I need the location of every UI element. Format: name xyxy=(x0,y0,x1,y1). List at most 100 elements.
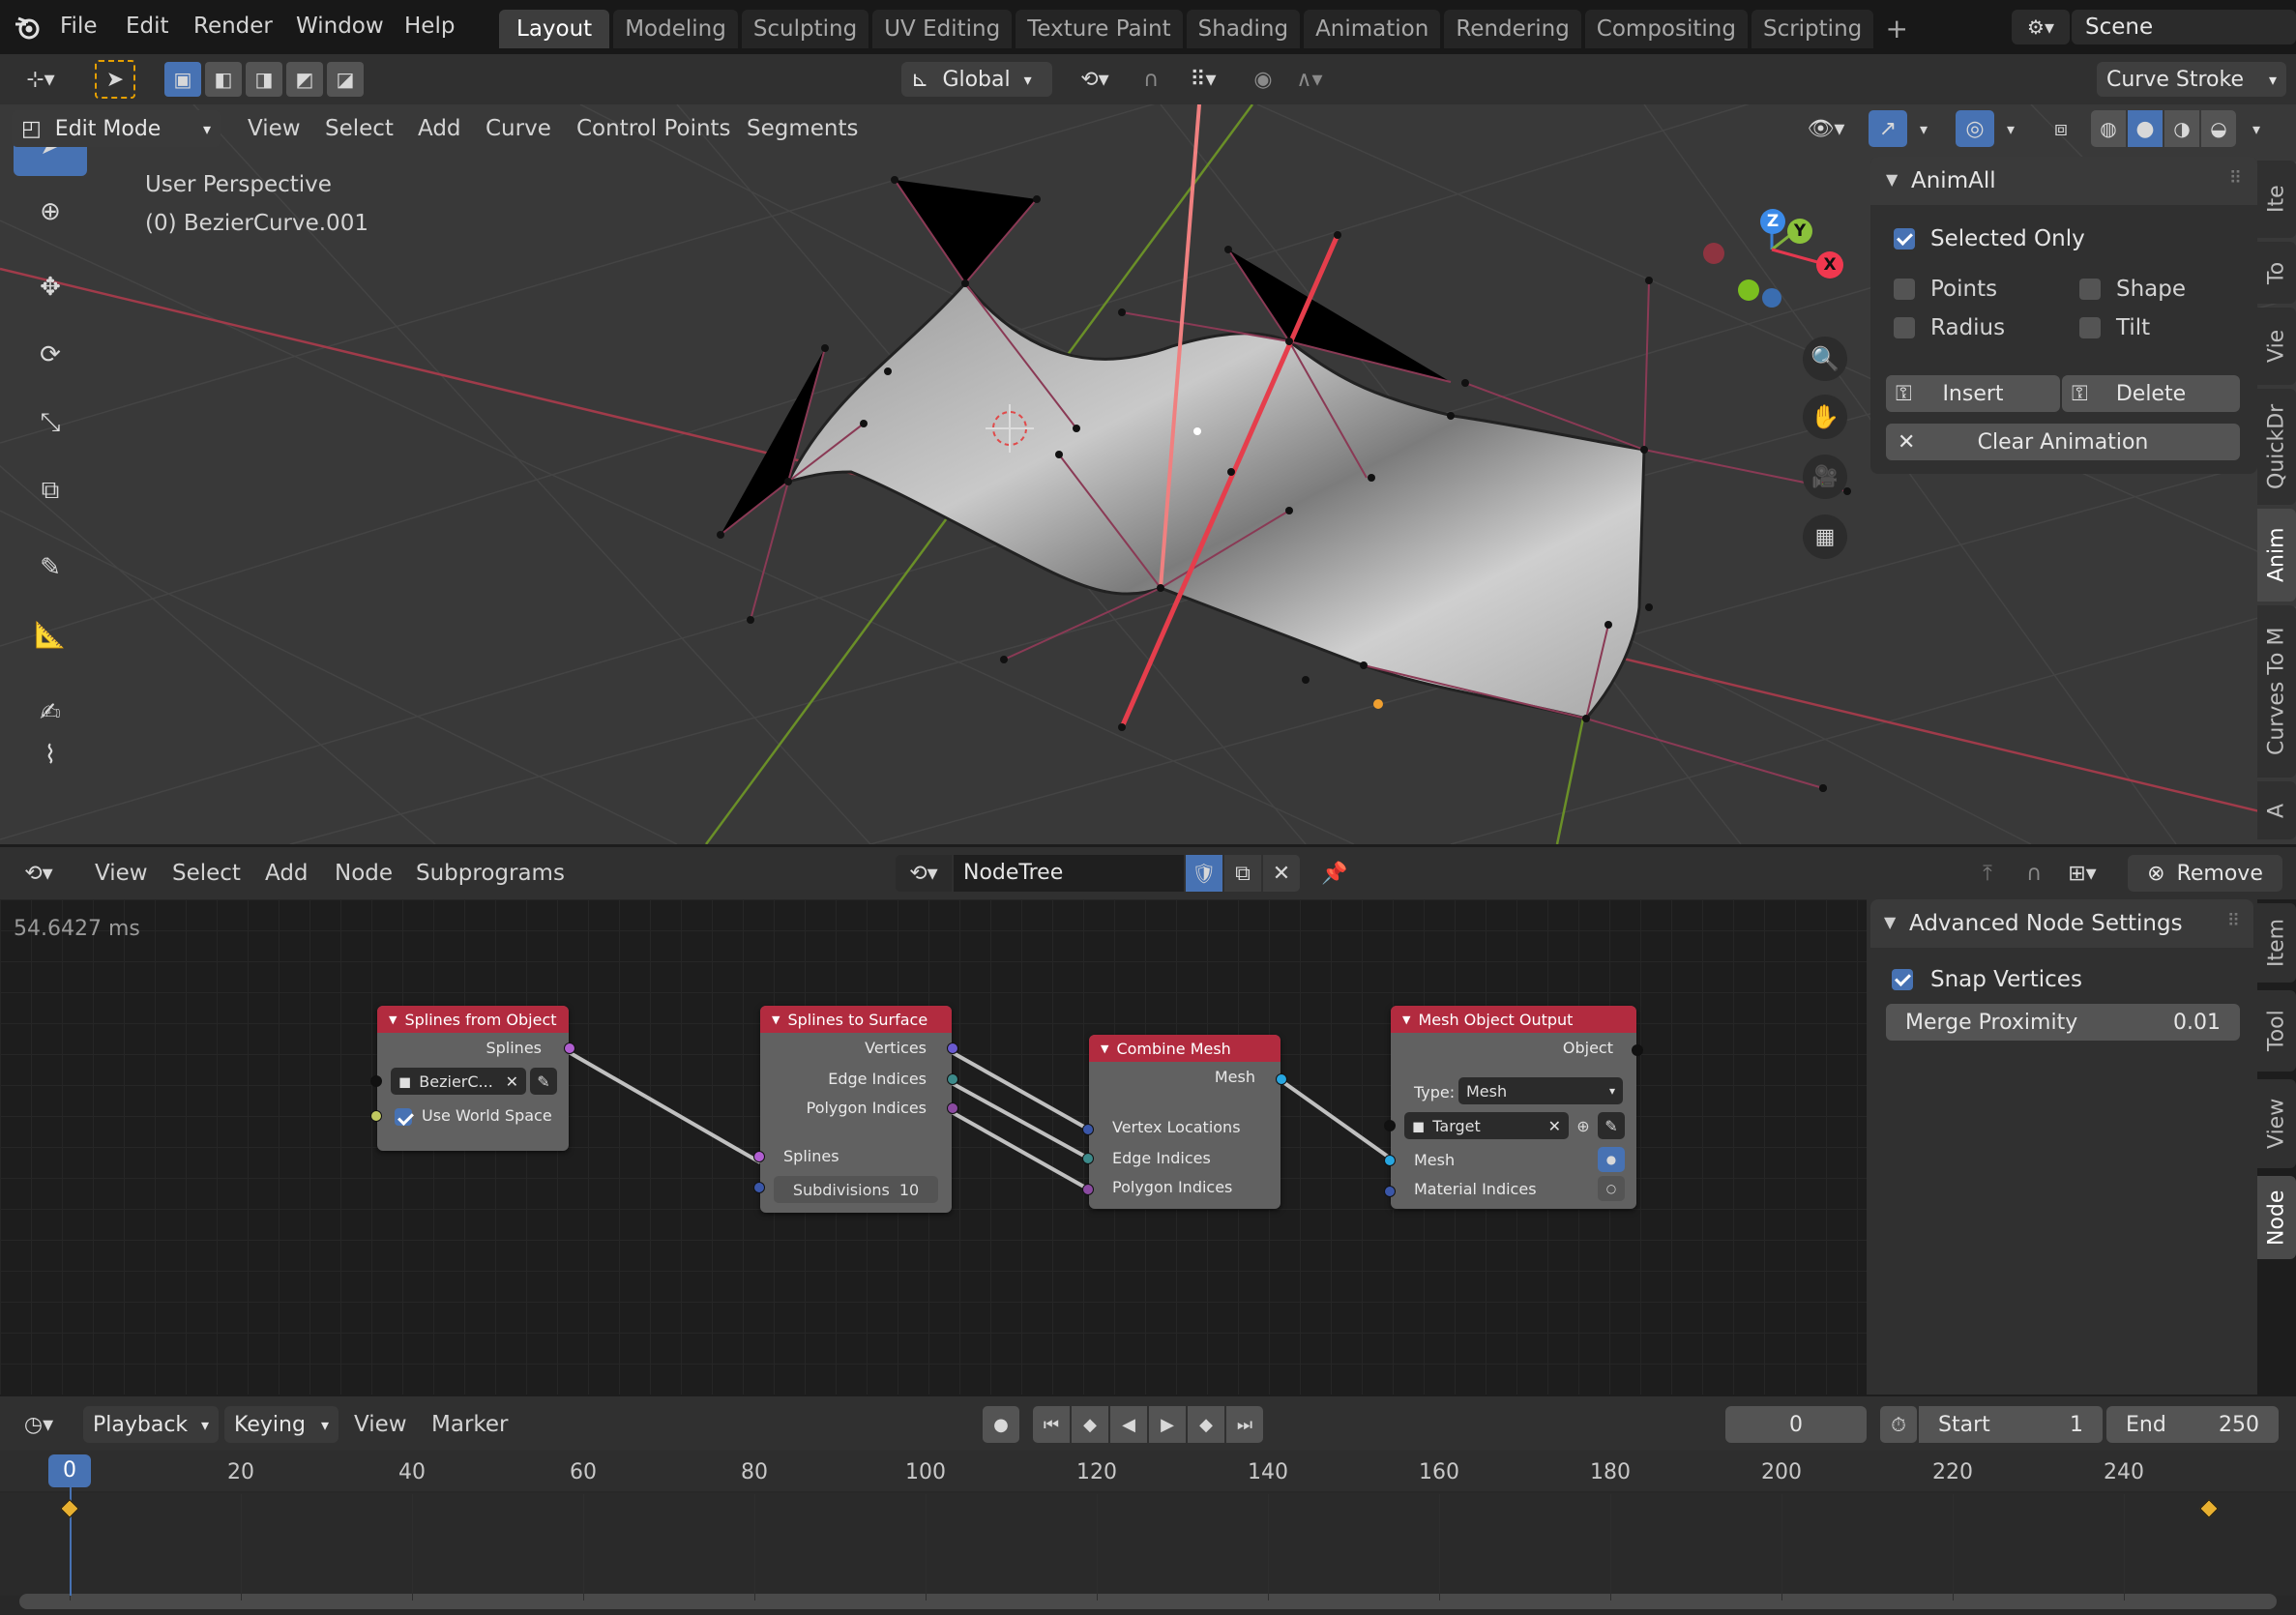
current-frame-field[interactable]: 0 xyxy=(1725,1406,1867,1443)
orientation-dropdown[interactable]: ⊾ Global ▾ xyxy=(901,62,1052,97)
viewport-tab-tool[interactable]: To xyxy=(2257,242,2296,304)
add-target-icon[interactable]: ⊕ xyxy=(1571,1112,1596,1139)
menu-render[interactable]: Render xyxy=(193,14,273,39)
parent-tree-icon[interactable]: ⤒ xyxy=(1969,855,2006,892)
snap-target-icon[interactable]: ⠿▾ xyxy=(1174,62,1232,97)
navigation-gizmo[interactable]: Z Y X xyxy=(1702,191,1847,327)
snap-toggle-icon[interactable]: ∩ xyxy=(1132,62,1170,97)
gizmo-y-icon[interactable]: Y xyxy=(1787,219,1812,244)
input-splines-socket[interactable] xyxy=(753,1151,765,1162)
radius-checkbox[interactable] xyxy=(1894,317,1915,338)
input-world-space-socket[interactable] xyxy=(370,1110,382,1122)
editor-type-icon[interactable]: ⊹▾ xyxy=(12,62,70,97)
node-splines-to-surface[interactable]: ▼ Splines to Surface Vertices Edge Indice… xyxy=(753,1006,958,1213)
input-object-socket[interactable] xyxy=(370,1075,382,1087)
output-edge-indices-socket[interactable] xyxy=(947,1073,958,1085)
shape-checkbox[interactable] xyxy=(2079,279,2101,300)
camera-view-icon[interactable]: 🎥 xyxy=(1803,455,1847,499)
select-tool-icon[interactable]: ➤ xyxy=(95,60,135,99)
chevron-down-icon[interactable]: ▾ xyxy=(1996,110,2025,147)
mode-dropdown[interactable]: ◰ Edit Mode ▾ xyxy=(12,110,221,147)
xray-toggle-icon[interactable]: ⧈ xyxy=(2043,110,2079,147)
scale-tool-icon[interactable]: ⤡ xyxy=(14,393,87,453)
viewport-tab-curves-to-mesh[interactable]: Curves To M xyxy=(2257,605,2296,778)
mesh-toggle-icon[interactable]: ● xyxy=(1598,1147,1625,1172)
node-tab-node[interactable]: Node xyxy=(2257,1176,2296,1259)
end-frame-field[interactable]: End 250 xyxy=(2106,1406,2279,1443)
solid-shading-icon[interactable]: ● xyxy=(2128,110,2163,147)
tab-shading[interactable]: Shading xyxy=(1186,10,1301,48)
select-new-icon[interactable]: ▣ xyxy=(164,62,201,97)
draw-curve-tool-icon[interactable]: ✍ xyxy=(14,683,87,743)
tab-rendering[interactable]: Rendering xyxy=(1444,10,1581,48)
tab-texture-paint[interactable]: Texture Paint xyxy=(1016,10,1183,48)
tilt-checkbox[interactable] xyxy=(2079,317,2101,338)
node-editor-type-icon[interactable]: ⟲▾ xyxy=(10,855,68,892)
node-header[interactable]: ▼ Mesh Object Output xyxy=(1391,1006,1636,1033)
stopwatch-icon[interactable]: ⏱ xyxy=(1880,1406,1917,1443)
use-world-space-checkbox[interactable] xyxy=(395,1108,412,1126)
playback-menu[interactable]: Playback ▾ xyxy=(83,1406,219,1443)
node-menu-view[interactable]: View xyxy=(95,861,148,886)
unlink-close-icon[interactable]: ✕ xyxy=(1263,855,1300,892)
points-checkbox[interactable] xyxy=(1894,279,1915,300)
node-tree-name-field[interactable]: NodeTree xyxy=(954,855,1184,892)
insert-keyframe-button[interactable]: ⚿ Insert xyxy=(1886,375,2060,412)
clear-x-icon[interactable]: ✕ xyxy=(1548,1117,1561,1135)
output-object-socket[interactable] xyxy=(1632,1044,1643,1056)
viewport-menu-segments[interactable]: Segments xyxy=(747,116,858,141)
material-shading-icon[interactable]: ◑ xyxy=(2164,110,2199,147)
material-toggle-icon[interactable]: ○ xyxy=(1598,1176,1625,1201)
jump-start-icon[interactable]: ⏮ xyxy=(1033,1406,1070,1443)
output-mesh-socket[interactable] xyxy=(1276,1073,1287,1085)
gizmo-x-icon[interactable]: X xyxy=(1816,251,1843,279)
play-reverse-icon[interactable]: ◀ xyxy=(1110,1406,1147,1443)
node-menu-node[interactable]: Node xyxy=(335,861,393,886)
pin-icon[interactable]: 📌 xyxy=(1315,855,1354,892)
menu-help[interactable]: Help xyxy=(404,14,455,39)
add-workspace-button[interactable]: + xyxy=(1877,10,1916,48)
node-combine-mesh[interactable]: ▼ Combine Mesh Mesh Vertex Locations Edge… xyxy=(1082,1035,1287,1209)
menu-window[interactable]: Window xyxy=(296,14,384,39)
tab-layout[interactable]: Layout xyxy=(499,10,610,48)
play-icon[interactable]: ▶ xyxy=(1149,1406,1186,1443)
menu-edit[interactable]: Edit xyxy=(126,14,169,39)
node-menu-subprograms[interactable]: Subprograms xyxy=(416,861,565,886)
snap-vertices-checkbox[interactable] xyxy=(1892,969,1913,990)
tab-uv-editing[interactable]: UV Editing xyxy=(872,10,1013,48)
output-vertices-socket[interactable] xyxy=(947,1042,958,1054)
scene-name-field[interactable]: Scene xyxy=(2072,10,2296,44)
node-mesh-object-output[interactable]: ▼ Mesh Object Output Object Type: Mesh ▾ ◼… xyxy=(1384,1006,1643,1209)
clear-animation-button[interactable]: ✕ Clear Animation xyxy=(1886,424,2240,460)
chevron-down-icon[interactable]: ▾ xyxy=(2242,110,2271,147)
node-tab-view[interactable]: View xyxy=(2257,1079,2296,1168)
snap-node-icon[interactable]: ∩ xyxy=(2016,855,2052,892)
gizmo-z-icon[interactable]: Z xyxy=(1760,209,1785,234)
select-extend-icon[interactable]: ◧ xyxy=(205,62,242,97)
record-icon[interactable]: ● xyxy=(983,1406,1019,1443)
duplicate-icon[interactable]: ⧉ xyxy=(1224,855,1261,892)
drag-handle-icon[interactable]: ⠿ xyxy=(2229,168,2242,189)
target-object-field[interactable]: ◼ Target ✕ xyxy=(1404,1112,1569,1139)
input-material-indices-socket[interactable] xyxy=(1384,1186,1396,1197)
node-header[interactable]: ▼ Combine Mesh xyxy=(1089,1035,1280,1062)
scene-selector-icon[interactable]: ⚙▾ xyxy=(2012,10,2070,44)
timeline-menu-marker[interactable]: Marker xyxy=(431,1412,509,1437)
tab-compositing[interactable]: Compositing xyxy=(1584,10,1748,48)
zoom-icon[interactable]: 🔍 xyxy=(1803,337,1847,381)
pivot-icon[interactable]: ⟲▾ xyxy=(1068,62,1122,97)
falloff-icon[interactable]: ∧▾ xyxy=(1282,62,1337,97)
input-subdivisions-socket[interactable] xyxy=(753,1182,765,1193)
ortho-toggle-icon[interactable]: ▦ xyxy=(1803,514,1847,559)
rotate-tool-icon[interactable]: ⟳ xyxy=(14,325,87,385)
input-edge-indices-socket[interactable] xyxy=(1082,1153,1094,1164)
input-target-socket[interactable] xyxy=(1384,1120,1396,1131)
clear-x-icon[interactable]: ✕ xyxy=(506,1072,518,1091)
delete-keyframe-button[interactable]: ⚿ Delete xyxy=(2062,375,2240,412)
node-header[interactable]: ▼ Splines to Surface xyxy=(760,1006,952,1033)
current-frame-indicator[interactable]: 0 xyxy=(48,1454,91,1487)
viewport-tab-view[interactable]: Vie xyxy=(2257,308,2296,385)
eyedropper-icon[interactable]: ✎ xyxy=(530,1068,557,1095)
node-header[interactable]: ▼ Splines from Object xyxy=(377,1006,569,1033)
viewport-tab-anim[interactable]: Anim xyxy=(2257,509,2296,602)
